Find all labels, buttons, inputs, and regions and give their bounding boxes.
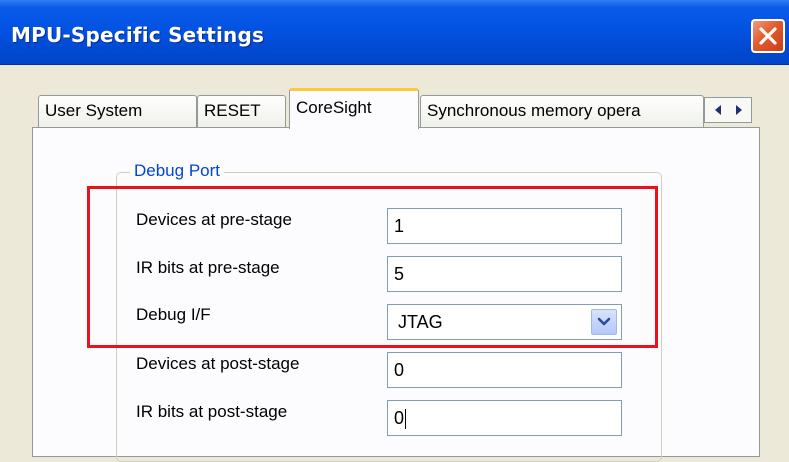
field-value: 0 (394, 360, 405, 380)
dropdown-button[interactable] (591, 309, 617, 335)
field-value: 1 (394, 216, 405, 236)
devices-post-stage-label: Devices at post-stage (136, 354, 300, 373)
close-button[interactable] (751, 19, 785, 53)
group-title: Debug Port (130, 160, 224, 182)
arrow-left-icon[interactable] (709, 102, 727, 118)
arrow-right-icon[interactable] (730, 102, 748, 118)
tab-reset[interactable]: RESET (197, 95, 286, 127)
window-title: MPU-Specific Settings (11, 23, 265, 47)
field-value: 0 (394, 408, 405, 428)
ir-bits-pre-stage-label: IR bits at pre-stage (136, 258, 280, 277)
tab-coresight[interactable]: CoreSight (289, 88, 419, 129)
chevron-down-icon (597, 317, 611, 326)
debug-if-label: Debug I/F (136, 305, 211, 324)
tab-label: User System (45, 101, 143, 120)
devices-pre-stage-input[interactable]: 1 (387, 208, 622, 244)
tab-user-system[interactable]: User System (38, 95, 197, 127)
title-bar[interactable]: MPU-Specific Settings (0, 0, 789, 65)
tab-label: RESET (204, 101, 261, 120)
ir-bits-post-stage-input[interactable]: 0 (387, 400, 622, 436)
tab-synchronous-memory[interactable]: Synchronous memory opera (420, 95, 704, 127)
field-value: 5 (394, 264, 405, 284)
ir-bits-post-stage-label: IR bits at post-stage (136, 402, 288, 421)
tab-scroll-buttons (704, 97, 752, 123)
devices-post-stage-input[interactable]: 0 (387, 352, 622, 388)
close-icon (759, 27, 777, 45)
tab-label: CoreSight (296, 98, 372, 117)
select-value: JTAG (398, 312, 443, 332)
tab-strip: User System RESET CoreSight Synchronous … (0, 88, 789, 129)
text-caret (405, 409, 407, 430)
tab-label: Synchronous memory opera (427, 101, 641, 120)
devices-pre-stage-label: Devices at pre-stage (136, 210, 292, 229)
ir-bits-pre-stage-input[interactable]: 5 (387, 256, 622, 292)
debug-if-select[interactable]: JTAG (387, 304, 622, 340)
